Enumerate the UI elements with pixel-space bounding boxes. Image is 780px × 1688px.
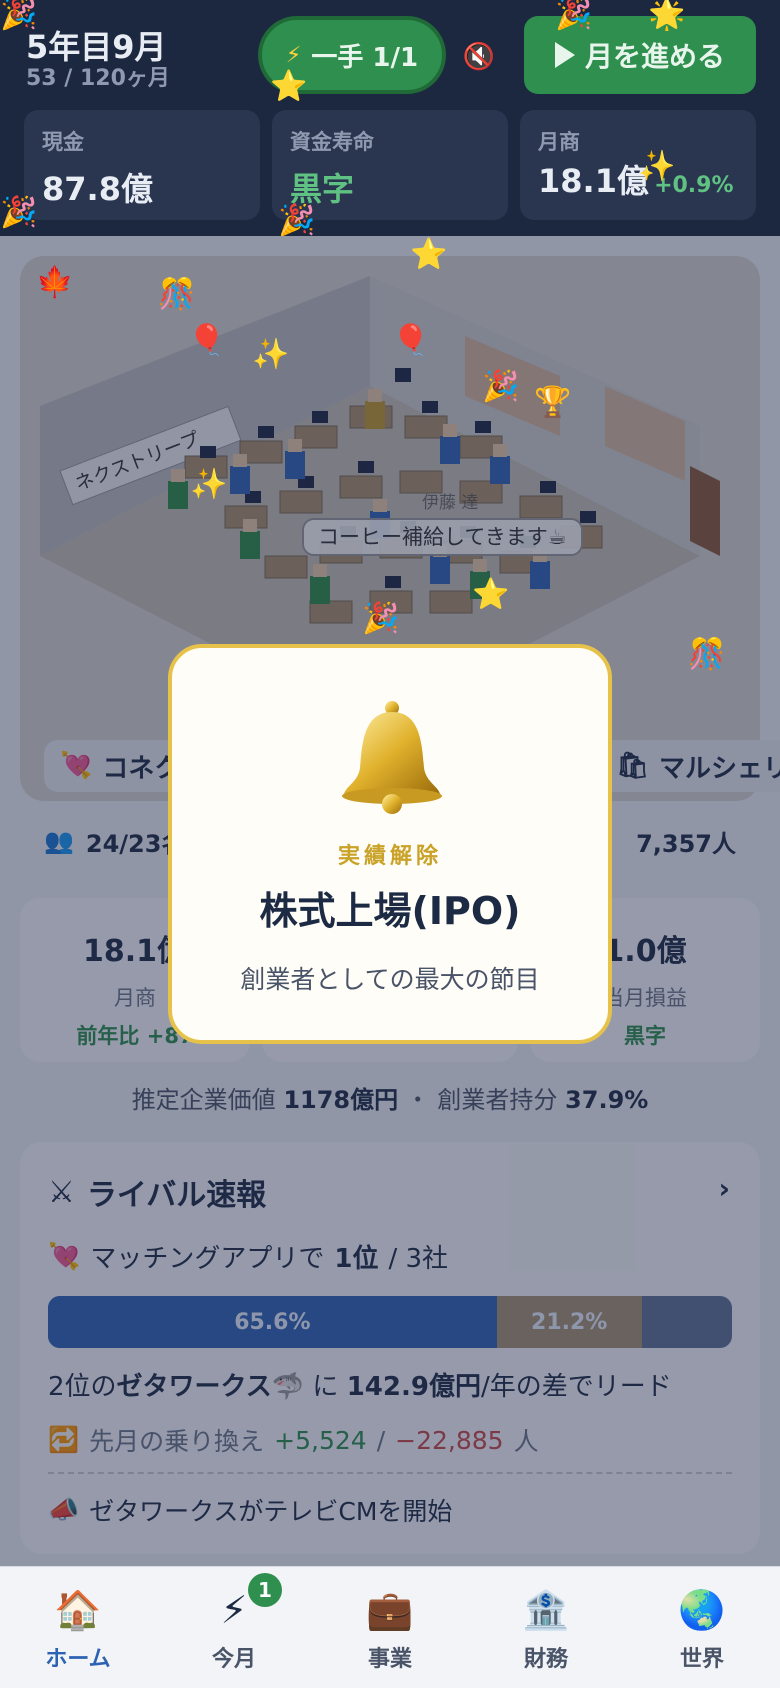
briefcase-icon: 💼: [366, 1588, 414, 1632]
stat-value: 87.8億: [42, 170, 153, 208]
advance-month-label: 月を進める: [584, 40, 725, 73]
achievement-description: 創業者としての最大の節目: [240, 965, 540, 994]
stat-label: 現金: [42, 130, 84, 154]
star-icon: 🌟: [648, 0, 686, 32]
confetti-icon: 🎊: [158, 277, 196, 312]
achievement-tag: 実績解除: [337, 844, 442, 869]
sparkles-icon: ✨: [252, 337, 290, 372]
nav-this-month[interactable]: ⚡ 今月 1: [156, 1567, 312, 1688]
nav-business[interactable]: 💼 事業: [312, 1567, 468, 1688]
star-icon: ⭐: [472, 577, 510, 612]
party-popper-icon: 🎉: [278, 203, 316, 238]
sound-toggle-icon[interactable]: 🔇: [460, 38, 498, 76]
nav-label: 事業: [367, 1647, 412, 1672]
globe-icon: 🌏: [678, 1588, 726, 1632]
confetti-icon: 🎊: [688, 637, 726, 672]
action-count-label: 一手 1/1: [311, 42, 419, 73]
balloon-icon: 🎈: [188, 323, 226, 358]
achievement-modal[interactable]: 実績解除 株式上場(IPO) 創業者としての最大の節目: [168, 644, 612, 1044]
nav-label: 世界: [679, 1647, 724, 1672]
stat-label: 資金寿命: [290, 130, 374, 154]
party-popper-icon: 🎉: [362, 601, 400, 636]
nav-label: 今月: [211, 1647, 256, 1672]
lightning-icon: ⚡: [285, 42, 302, 68]
nav-finance[interactable]: 🏦 財務: [468, 1567, 624, 1688]
star-icon: ⭐: [270, 69, 308, 104]
month-progress: 53 / 120ヶ月: [26, 66, 170, 91]
party-popper-icon: 🎉: [482, 369, 520, 404]
house-icon: 🏠: [54, 1588, 102, 1632]
party-popper-icon: 🎉: [555, 0, 593, 32]
achievement-title: 株式上場(IPO): [259, 889, 521, 933]
bell-icon: [342, 701, 442, 814]
lightning-icon: ⚡: [220, 1588, 248, 1632]
sparkles-icon: ✨: [638, 149, 676, 184]
stat-card-cash: 現金 87.8億: [24, 110, 260, 220]
balloon-icon: 🎈: [392, 323, 430, 358]
bottom-nav: 🏠 ホーム ⚡ 今月 1 💼 事業 🏦 財務 🌏 世界: [0, 1566, 780, 1688]
party-popper-icon: 🎉: [0, 195, 38, 230]
nav-world[interactable]: 🌏 世界: [624, 1567, 780, 1688]
stat-value: 黒字: [290, 170, 355, 208]
notification-badge: 1: [248, 1573, 282, 1607]
nav-label: 財務: [523, 1647, 568, 1672]
top-header: 5年目9月 53 / 120ヶ月 ⚡ 一手 1/1 🔇 月を進める 現金 87.…: [0, 0, 780, 236]
nav-home[interactable]: 🏠 ホーム: [0, 1567, 156, 1688]
maple-leaf-icon: 🍁: [36, 265, 74, 300]
star-icon: ⭐: [410, 237, 448, 272]
nav-label: ホーム: [45, 1647, 111, 1672]
play-icon: [554, 42, 575, 68]
stat-value: 18.1億: [538, 162, 649, 200]
trophy-icon: 🏆: [534, 385, 572, 420]
party-popper-icon: 🎉: [0, 0, 38, 32]
bank-icon: 🏦: [522, 1588, 570, 1632]
sparkles-icon: ✨: [190, 467, 228, 502]
